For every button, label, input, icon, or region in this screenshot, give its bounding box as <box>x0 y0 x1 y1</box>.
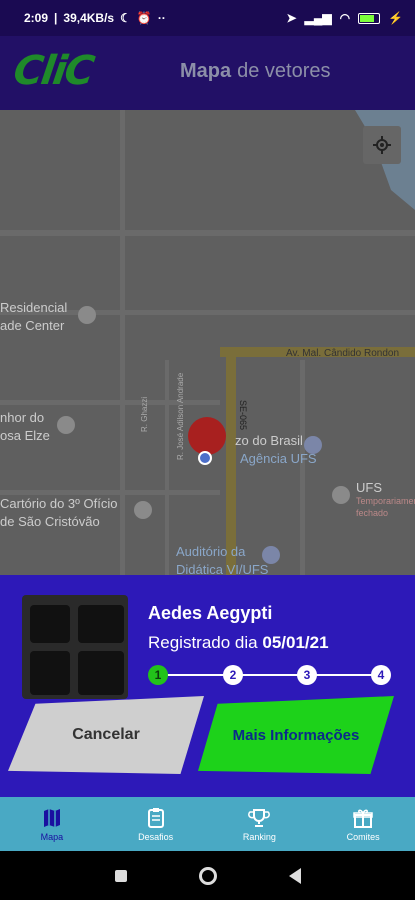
map-label: Cartório do 3º Ofício <box>0 496 118 511</box>
system-nav-bar <box>0 851 415 900</box>
nav-item-comites[interactable]: Comites <box>311 797 415 851</box>
step-3: 3 <box>297 665 317 685</box>
map-label: R. José Adilson Andrade <box>176 372 185 460</box>
map-label: Av. Mal. Cândido Rondon <box>286 348 400 359</box>
map-road <box>165 360 169 575</box>
page-title-rest: de vetores <box>237 60 331 82</box>
current-location-dot <box>198 451 212 465</box>
photo-key <box>30 605 70 643</box>
map-label: zo do Brasil <box>235 433 303 448</box>
map-label: Auditório da <box>176 544 246 559</box>
step-2: 2 <box>223 665 243 685</box>
crosshair-icon <box>373 136 391 154</box>
map-label: R. Ghazzi <box>140 396 149 432</box>
map-road <box>0 230 415 236</box>
report-photo[interactable] <box>22 595 128 699</box>
trophy-icon <box>248 808 271 827</box>
nav-label: Desafios <box>138 831 174 842</box>
map-label: Residencial <box>0 300 68 315</box>
more-info-button[interactable]: Mais Informações <box>198 696 394 774</box>
status-right: ➤ ▂▄▆ ◠ ⚡ <box>287 11 403 25</box>
registration-text: Registrado dia 05/01/21 <box>148 633 329 653</box>
registration-date: 05/01/21 <box>262 633 329 652</box>
steps-line <box>158 674 382 676</box>
step-4: 4 <box>371 665 391 685</box>
step-1: 1 <box>148 665 168 685</box>
place-pin-icon[interactable] <box>134 501 152 519</box>
gift-icon <box>353 809 373 828</box>
registration-label: Registrado dia <box>148 633 258 652</box>
wifi-icon: ◠ <box>339 11 351 25</box>
recents-button[interactable] <box>114 869 127 882</box>
nav-label: Mapa <box>40 831 64 842</box>
map-label: de São Cristóvão <box>0 514 100 529</box>
map-label: nhor do <box>0 410 45 425</box>
map-icon <box>43 808 60 827</box>
charging-icon: ⚡ <box>388 11 403 25</box>
moon-icon: ☾ <box>120 11 131 25</box>
map-label: Temporariamente <box>356 496 415 506</box>
photo-key <box>78 651 124 695</box>
locate-button[interactable] <box>363 126 401 164</box>
app-logo: CliC <box>10 48 96 94</box>
status-left: 2:09 | 39,4KB/s ☾ ⏰ ·· <box>24 11 166 25</box>
signal-icon: ▂▄▆ <box>304 11 332 25</box>
map-view[interactable]: Residencial ade Center nhor do osa Elze … <box>0 110 415 575</box>
alarm-icon: ⏰ <box>136 11 152 25</box>
clipboard-icon <box>147 807 164 828</box>
report-marker[interactable] <box>188 417 226 455</box>
map-label: Agência UFS <box>240 451 317 466</box>
battery-icon <box>358 12 381 24</box>
map-label: Didática VI/UFS <box>176 562 269 575</box>
photo-key <box>30 651 70 695</box>
bank-pin-icon[interactable] <box>304 436 322 454</box>
place-pin-icon[interactable] <box>57 416 75 434</box>
nav-item-desafios[interactable]: Desafios <box>104 797 208 851</box>
map-label: osa Elze <box>0 428 50 443</box>
map-label: ade Center <box>0 318 65 333</box>
bottom-nav: Mapa Desafios Ranking Comites <box>0 797 415 851</box>
music-pin-icon[interactable] <box>262 546 280 564</box>
report-panel: Aedes Aegypti Registrado dia 05/01/21 1 … <box>0 575 415 797</box>
map-label: SE-065 <box>238 400 248 431</box>
progress-steps: 1 2 3 4 <box>148 665 392 685</box>
nav-item-mapa[interactable]: Mapa <box>0 797 104 851</box>
page-title: Mapa de vetores <box>180 60 331 83</box>
app-header: CliC Mapa de vetores <box>0 36 415 110</box>
location-icon: ➤ <box>286 11 297 25</box>
map-road-highway <box>226 355 236 575</box>
map-label: fechado <box>356 508 389 518</box>
status-bar: 2:09 | 39,4KB/s ☾ ⏰ ·· ➤ ▂▄▆ ◠ ⚡ <box>0 0 415 36</box>
place-pin-icon[interactable] <box>78 306 96 324</box>
photo-key <box>78 605 124 643</box>
more-dots-icon: ·· <box>157 11 166 25</box>
status-time: 2:09 <box>24 11 49 25</box>
place-pin-icon[interactable] <box>332 486 350 504</box>
nav-item-ranking[interactable]: Ranking <box>208 797 312 851</box>
species-name: Aedes Aegypti <box>148 603 273 623</box>
cancel-button[interactable]: Cancelar <box>8 696 204 774</box>
map-label: UFS <box>356 480 382 495</box>
home-button[interactable] <box>198 866 217 885</box>
back-button[interactable] <box>288 867 301 884</box>
nav-label: Comites <box>346 831 380 842</box>
status-divider: | <box>54 11 58 25</box>
map-road <box>120 110 125 575</box>
nav-label: Ranking <box>242 831 276 842</box>
page-title-bold: Mapa <box>180 60 232 82</box>
status-speed: 39,4KB/s <box>63 11 115 25</box>
map-road <box>300 360 305 575</box>
map-road <box>0 490 220 495</box>
map-road <box>0 400 220 405</box>
